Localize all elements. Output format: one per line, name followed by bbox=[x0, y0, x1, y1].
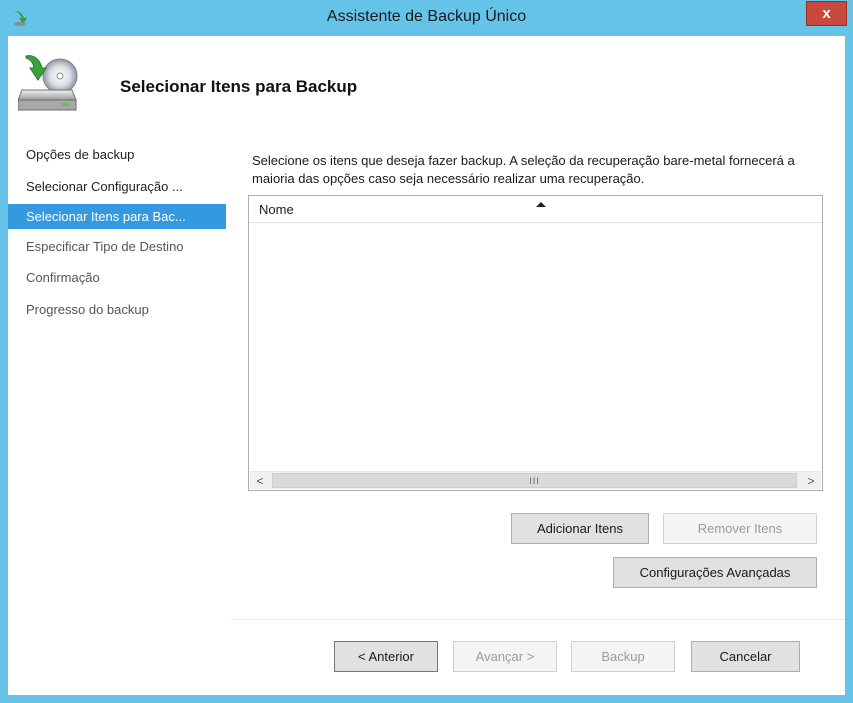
advanced-settings-button[interactable]: Configurações Avançadas bbox=[613, 557, 817, 588]
scrollbar-thumb[interactable]: III bbox=[272, 473, 797, 488]
footer-divider bbox=[231, 619, 845, 620]
backup-disk-icon bbox=[17, 52, 82, 112]
wizard-window: Assistente de Backup Único x Selecionar … bbox=[0, 0, 853, 703]
page-title: Selecionar Itens para Backup bbox=[120, 77, 358, 96]
nav-step-confirmation: Confirmação bbox=[26, 270, 100, 285]
add-items-button[interactable]: Adicionar Itens bbox=[511, 513, 649, 544]
horizontal-scrollbar[interactable]: < III > bbox=[250, 471, 821, 489]
remove-items-button[interactable]: Remover Itens bbox=[663, 513, 817, 544]
list-column-header[interactable]: Nome bbox=[249, 196, 822, 223]
backup-button[interactable]: Backup bbox=[571, 641, 675, 672]
nav-step-select-configuration[interactable]: Selecionar Configuração ... bbox=[8, 174, 226, 199]
column-header-name[interactable]: Nome bbox=[259, 202, 294, 217]
nav-step-select-items[interactable]: Selecionar Itens para Bac... bbox=[8, 204, 226, 229]
close-button[interactable]: x bbox=[806, 1, 847, 26]
scroll-right-arrow-icon[interactable]: > bbox=[801, 472, 821, 489]
nav-step-destination-type: Especificar Tipo de Destino bbox=[26, 239, 184, 254]
scroll-left-arrow-icon[interactable]: < bbox=[250, 472, 270, 489]
close-icon: x bbox=[822, 5, 831, 22]
sort-ascending-icon bbox=[536, 202, 546, 207]
scrollbar-grip-icon: III bbox=[529, 475, 540, 486]
previous-button[interactable]: < Anterior bbox=[334, 641, 438, 672]
nav-step-backup-progress: Progresso do backup bbox=[26, 302, 149, 317]
window-title: Assistente de Backup Único bbox=[326, 8, 527, 25]
wizard-client-area: Selecionar Itens para Backup Opções de b… bbox=[8, 36, 845, 695]
nav-step-backup-options[interactable]: Opções de backup bbox=[8, 142, 226, 167]
title-bar[interactable]: Assistente de Backup Único x bbox=[0, 0, 853, 36]
cancel-button[interactable]: Cancelar bbox=[691, 641, 800, 672]
next-button[interactable]: Avançar > bbox=[453, 641, 557, 672]
instructions-text: Selecione os itens que deseja fazer back… bbox=[252, 153, 795, 186]
backup-items-list[interactable]: Nome < III > bbox=[248, 195, 823, 491]
